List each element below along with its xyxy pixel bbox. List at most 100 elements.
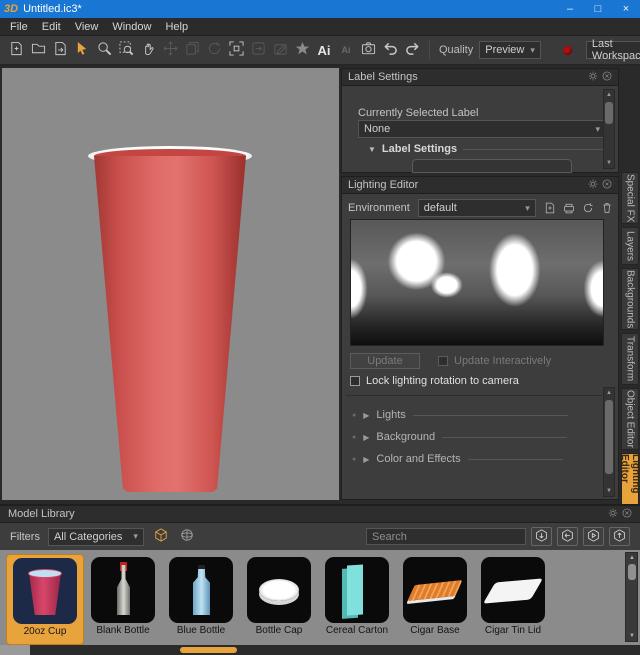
background-expander[interactable]: ● ▶ Background — [352, 431, 567, 443]
tab-layers[interactable]: Layers — [621, 227, 639, 265]
scroll-down-icon[interactable]: ▼ — [627, 631, 637, 641]
menu-file[interactable]: File — [4, 19, 34, 35]
new-file-icon — [9, 41, 24, 59]
quality-dropdown[interactable]: Preview ▾ — [479, 41, 541, 59]
gear-icon[interactable] — [608, 508, 618, 521]
model-item-cereal-carton[interactable]: Cereal Carton — [318, 554, 396, 645]
update-interactively-checkbox[interactable] — [438, 356, 448, 366]
tab-label: Object Editor — [625, 390, 636, 448]
scroll-up-icon[interactable]: ▲ — [627, 553, 637, 563]
viewport-3d[interactable] — [2, 68, 339, 500]
scrollbar-thumb[interactable] — [605, 400, 613, 474]
scroll-down-icon[interactable]: ▼ — [604, 158, 614, 168]
export-scene-button[interactable] — [248, 39, 268, 61]
download-model-button[interactable] — [531, 527, 552, 546]
show-models-toggle[interactable] — [152, 528, 170, 546]
model-item-bottle-cap[interactable]: Bottle Cap — [240, 554, 318, 645]
load-model-button[interactable] — [583, 527, 604, 546]
gear-icon[interactable] — [588, 179, 598, 192]
model-thumbnail — [91, 557, 155, 623]
expander-closed-icon: ▶ — [363, 411, 369, 420]
render-environment-button[interactable] — [562, 201, 576, 215]
cube-play-icon — [587, 529, 600, 545]
new-environment-button[interactable] — [543, 201, 557, 215]
filters-dropdown[interactable]: All Categories ▾ — [48, 528, 144, 546]
snapshot-button[interactable] — [358, 39, 378, 61]
open-file-button[interactable] — [28, 39, 48, 61]
zoom-tool-button[interactable] — [94, 39, 114, 61]
model-item-blue-bottle[interactable]: Blue Bottle — [162, 554, 240, 645]
scroll-up-icon[interactable]: ▲ — [604, 90, 614, 100]
select-tool-button[interactable] — [72, 39, 92, 61]
lighting-editor-header[interactable]: Lighting Editor — [342, 177, 618, 194]
menu-window[interactable]: Window — [106, 19, 157, 35]
library-scrollbar[interactable]: ▲ ▼ — [625, 552, 638, 642]
refresh-environment-button[interactable] — [581, 201, 595, 215]
maximize-button[interactable]: □ — [584, 0, 612, 18]
tab-object-editor[interactable]: Object Editor — [621, 388, 639, 450]
model-item-blank-bottle[interactable]: Blank Bottle — [84, 554, 162, 645]
move-tool-button[interactable] — [160, 39, 180, 61]
sphere-icon — [180, 528, 194, 545]
menu-help[interactable]: Help — [159, 19, 194, 35]
menu-edit[interactable]: Edit — [36, 19, 67, 35]
favorite-button[interactable] — [292, 39, 312, 61]
tab-transform[interactable]: Transform — [621, 333, 639, 385]
fit-view-button[interactable] — [226, 39, 246, 61]
quality-value: Preview — [485, 44, 524, 56]
lights-expander[interactable]: ● ▶ Lights — [352, 409, 568, 421]
edit-artwork-button[interactable] — [270, 39, 290, 61]
upload-model-button[interactable] — [609, 527, 630, 546]
model-item-cigar-base[interactable]: Cigar Base — [396, 554, 474, 645]
tab-backgrounds[interactable]: Backgrounds — [621, 268, 639, 330]
ai-import-button[interactable]: Ai — [314, 39, 334, 61]
workspace-dropdown[interactable]: Last Workspace ▾ — [586, 41, 640, 59]
horizontal-scrollbar-thumb[interactable] — [180, 647, 237, 653]
scroll-down-icon[interactable]: ▼ — [604, 486, 614, 496]
show-materials-toggle[interactable] — [178, 528, 196, 546]
selected-label-value: None — [364, 123, 390, 135]
delete-environment-button[interactable] — [600, 201, 614, 215]
cube-icon — [154, 528, 168, 545]
zoom-region-button[interactable] — [116, 39, 136, 61]
import-model-button[interactable] — [557, 527, 578, 546]
panel-header-icons — [608, 508, 632, 521]
render-status-indicator — [563, 46, 572, 55]
environment-dropdown[interactable]: default ▾ — [418, 199, 536, 217]
undo-button[interactable] — [380, 39, 400, 61]
minimize-button[interactable]: – — [556, 0, 584, 18]
model-item-20oz-cup[interactable]: 20oz Cup — [6, 554, 84, 645]
new-file-button[interactable] — [6, 39, 26, 61]
scrollbar-thumb[interactable] — [628, 564, 636, 580]
tab-special-fx[interactable]: Special FX — [621, 172, 639, 224]
scrollbar-thumb[interactable] — [605, 102, 613, 124]
label-settings-expander[interactable]: ▼ Label Settings — [368, 143, 613, 155]
environment-value: default — [424, 202, 457, 214]
redo-button[interactable] — [402, 39, 422, 61]
scroll-up-icon[interactable]: ▲ — [604, 388, 614, 398]
selected-label-dropdown[interactable]: None ▾ — [358, 120, 606, 138]
close-button[interactable]: × — [612, 0, 640, 18]
horizontal-scrollbar[interactable] — [0, 645, 640, 655]
save-as-button[interactable] — [50, 39, 70, 61]
ai-edit-button[interactable]: Ai — [336, 39, 356, 61]
model-library-header[interactable]: Model Library — [0, 506, 640, 523]
lighting-editor-scrollbar[interactable]: ▲ ▼ — [603, 387, 615, 497]
menu-view[interactable]: View — [69, 19, 105, 35]
rotate-button[interactable] — [204, 39, 224, 61]
close-panel-icon[interactable] — [622, 508, 632, 521]
lock-rotation-checkbox[interactable] — [350, 376, 360, 386]
pan-tool-button[interactable] — [138, 39, 158, 61]
update-button[interactable]: Update — [350, 353, 420, 369]
close-panel-icon[interactable] — [602, 179, 612, 192]
red-cup-model[interactable] — [94, 156, 246, 492]
duplicate-button[interactable] — [182, 39, 202, 61]
search-input[interactable] — [366, 528, 526, 545]
color-effects-expander[interactable]: ● ▶ Color and Effects — [352, 453, 563, 465]
model-item-cigar-tin-lid[interactable]: Cigar Tin Lid — [474, 554, 552, 645]
gear-icon[interactable] — [588, 71, 598, 84]
close-panel-icon[interactable] — [602, 71, 612, 84]
label-settings-header[interactable]: Label Settings — [342, 69, 618, 86]
hdri-environment-preview[interactable] — [350, 219, 604, 346]
label-settings-scrollbar[interactable]: ▲ ▼ — [603, 89, 615, 169]
